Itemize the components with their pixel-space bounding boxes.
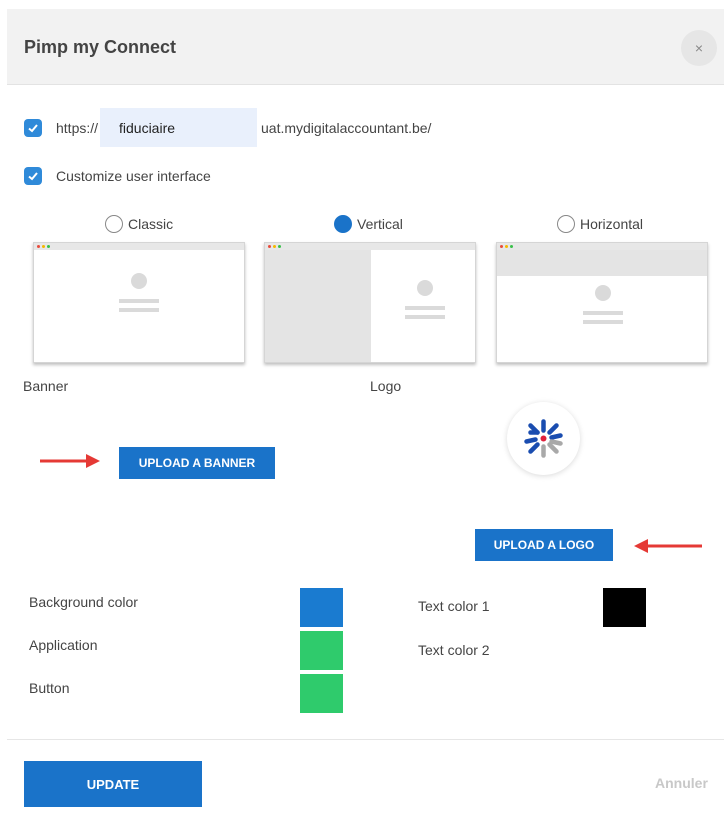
- url-prefix: https://: [56, 120, 99, 136]
- update-button[interactable]: UPDATE: [24, 761, 202, 807]
- url-checkbox[interactable]: [24, 119, 42, 137]
- background-color-label: Background color: [29, 594, 138, 610]
- company-logo-icon: [524, 419, 563, 458]
- preview-horizontal[interactable]: [496, 242, 708, 363]
- logo-preview: [507, 402, 580, 475]
- text-placeholder: [583, 311, 623, 315]
- dialog-title: Pimp my Connect: [24, 37, 177, 57]
- text-placeholder: [119, 308, 159, 312]
- button-color-label: Button: [29, 680, 70, 696]
- logo-label: Logo: [370, 378, 402, 394]
- radio-circle-selected: [334, 215, 352, 233]
- red-arrow-left-icon: [634, 539, 702, 553]
- window-dots-icon: [268, 245, 281, 248]
- close-icon[interactable]: ×: [681, 30, 717, 66]
- radio-circle: [557, 215, 575, 233]
- radio-vertical[interactable]: Vertical: [334, 215, 403, 233]
- avatar-placeholder: [595, 285, 611, 301]
- radio-label-horizontal: Horizontal: [580, 216, 644, 232]
- preview-titlebar: [497, 243, 707, 250]
- text-placeholder: [405, 306, 445, 310]
- check-icon: [28, 172, 38, 181]
- button-color-swatch[interactable]: [300, 674, 343, 713]
- radio-label-vertical: Vertical: [357, 216, 403, 232]
- url-row: https://: [24, 119, 98, 137]
- dialog-header: Pimp my Connect ×: [7, 9, 724, 85]
- footer-divider: [7, 739, 724, 740]
- url-suffix: uat.mydigitalaccountant.be/: [261, 120, 432, 136]
- preview-vertical[interactable]: [264, 242, 476, 363]
- sidebar-placeholder: [265, 250, 371, 362]
- application-color-label: Application: [29, 637, 98, 653]
- preview-titlebar: [265, 243, 475, 250]
- cancel-button[interactable]: Annuler: [655, 775, 708, 791]
- avatar-placeholder: [417, 280, 433, 296]
- topbar-placeholder: [497, 250, 707, 276]
- upload-logo-button[interactable]: UPLOAD A LOGO: [475, 529, 613, 561]
- check-icon: [28, 124, 38, 133]
- application-color-swatch[interactable]: [300, 631, 343, 670]
- text-placeholder: [405, 315, 445, 319]
- text-color-1-label: Text color 1: [418, 598, 490, 614]
- window-dots-icon: [500, 245, 513, 248]
- text-color-2-label: Text color 2: [418, 642, 490, 658]
- customize-label: Customize user interface: [56, 168, 211, 184]
- radio-circle: [105, 215, 123, 233]
- banner-label: Banner: [23, 378, 69, 394]
- customize-row: Customize user interface: [24, 167, 211, 185]
- red-arrow-right-icon: [40, 454, 100, 468]
- preview-titlebar: [34, 243, 244, 250]
- preview-classic[interactable]: [33, 242, 245, 363]
- radio-horizontal[interactable]: Horizontal: [557, 215, 643, 233]
- avatar-placeholder: [131, 273, 147, 289]
- customize-checkbox[interactable]: [24, 167, 42, 185]
- radio-classic[interactable]: Classic: [105, 215, 173, 233]
- text-placeholder: [583, 320, 623, 324]
- background-color-swatch[interactable]: [300, 588, 343, 627]
- subdomain-input[interactable]: [100, 108, 257, 147]
- text-color-2-swatch[interactable]: [603, 631, 646, 670]
- upload-banner-button[interactable]: UPLOAD A BANNER: [119, 447, 275, 479]
- text-color-1-swatch[interactable]: [603, 588, 646, 627]
- text-placeholder: [119, 299, 159, 303]
- radio-label-classic: Classic: [128, 216, 174, 232]
- window-dots-icon: [37, 245, 50, 248]
